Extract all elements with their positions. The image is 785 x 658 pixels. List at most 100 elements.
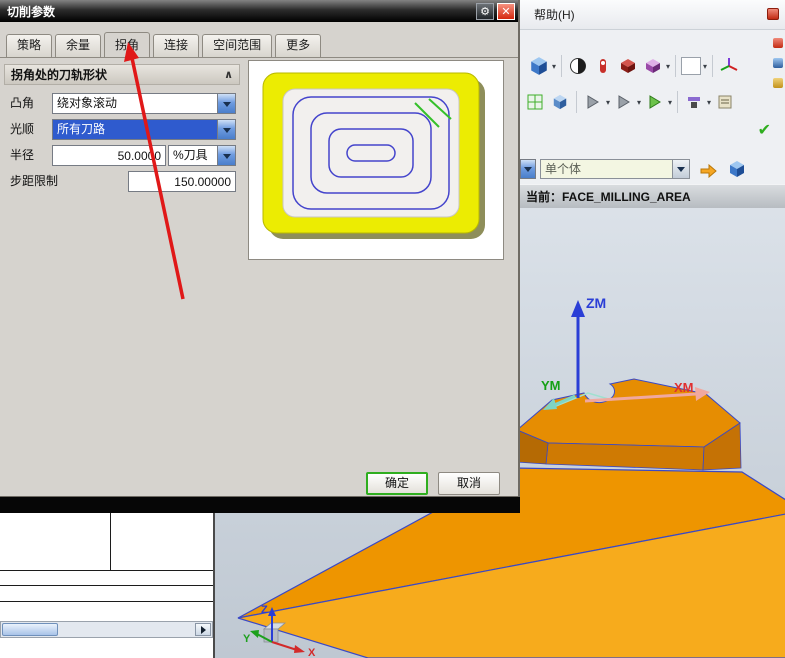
dialog-titlebar[interactable]: 切削参数 ⚙ ✕: [0, 0, 518, 22]
convex-corner-value: 绕对象滚动: [57, 96, 118, 110]
triad-y-arrowhead-icon: [250, 630, 259, 638]
navigator-row-divider: [0, 570, 213, 571]
chevron-down-icon[interactable]: ▾: [637, 98, 641, 107]
chevron-down-icon[interactable]: ▾: [707, 98, 711, 107]
half-sphere-icon[interactable]: [567, 54, 589, 78]
navigator-column-divider: [110, 513, 111, 570]
post-process-icon[interactable]: [714, 90, 736, 114]
navigator-row-divider: [0, 585, 213, 586]
triad-x-axis: [271, 641, 298, 651]
chevron-down-icon[interactable]: ▾: [606, 98, 610, 107]
scrollbar-right-arrow-icon: [200, 625, 210, 634]
radius-input[interactable]: [52, 145, 166, 166]
shaded-cube-icon[interactable]: [528, 54, 550, 78]
verify-toolpath-icon[interactable]: [644, 90, 666, 114]
zm-axis-label: ZM: [586, 295, 606, 311]
current-operation-status: 当前：FACE_MILLING_AREA: [520, 184, 785, 208]
preview-pocket-floor: [282, 88, 460, 218]
toolbar-separator: [576, 91, 577, 113]
toolbar-separator: [677, 91, 679, 113]
chevron-down-icon[interactable]: ▾: [666, 62, 670, 71]
scrollbar-thumb[interactable]: [2, 623, 58, 636]
dark-divider-band: [0, 497, 520, 513]
hidden-filter-dropdown[interactable]: [520, 159, 536, 179]
toolbar-separator: [561, 55, 563, 77]
corner-shape-group-title: 拐角处的刀轨形状: [11, 68, 108, 82]
toolbar-operation-row: ▾ ▾ ▾ ▾: [524, 90, 736, 114]
menu-help[interactable]: 帮助(H): [528, 0, 581, 30]
body-select-icon[interactable]: [642, 54, 664, 78]
smoothing-combo[interactable]: 所有刀路: [52, 119, 236, 140]
tab-stock[interactable]: 余量: [55, 34, 102, 57]
chevron-down-icon[interactable]: ▾: [668, 98, 672, 107]
ym-axis-label: YM: [541, 378, 561, 393]
cancel-button[interactable]: 取消: [438, 472, 500, 495]
zm-arrowhead-icon: [571, 300, 585, 317]
model-block-front-face[interactable]: [545, 442, 705, 471]
datum-plane-icon[interactable]: [617, 54, 639, 78]
triad-x-label: X: [308, 647, 316, 658]
smoothing-value: 所有刀路: [53, 120, 217, 139]
dialog-close-button[interactable]: ✕: [497, 2, 515, 20]
selection-scope-dropdown-icon[interactable]: [672, 160, 689, 178]
sketch-grid-icon[interactable]: [524, 90, 546, 114]
mini-red-icon[interactable]: [773, 38, 783, 48]
selection-scope-value: 单个体: [545, 162, 582, 176]
operation-navigator-panel[interactable]: [0, 513, 215, 658]
triad-x-arrowhead-icon: [294, 645, 305, 653]
orange-arrow-icon[interactable]: [698, 159, 720, 183]
smoothing-dropdown-icon[interactable]: [217, 120, 235, 139]
mini-gold-icon[interactable]: [773, 78, 783, 88]
menu-bar: 帮助(H): [520, 0, 785, 30]
toolbar-display-row: ▾ ▾ ▾: [528, 54, 740, 78]
application-window: ZM XM YM Z X Y 帮助(H) ▾ ▾ ▾ ▾ ▾ ▾ ▾ ✔ 单个体…: [0, 0, 785, 658]
triad-y-label: Y: [243, 633, 251, 645]
xm-axis-label: XM: [674, 380, 694, 395]
dialog-title: 切削参数: [7, 4, 56, 19]
blank-view-button[interactable]: [681, 57, 702, 75]
selection-scope-combo[interactable]: 单个体: [540, 159, 690, 179]
solid-body-icon[interactable]: [726, 157, 748, 181]
chevron-down-icon[interactable]: ▾: [552, 62, 556, 71]
collapse-chevron-icon[interactable]: ∧: [224, 68, 233, 81]
convex-corner-combo[interactable]: 绕对象滚动: [52, 93, 236, 114]
chevron-down-icon[interactable]: ▾: [703, 62, 707, 71]
app-top-bar: 帮助(H) ▾ ▾ ▾ ▾ ▾ ▾ ▾ ✔ 单个体 当前：FACE_MILLIN…: [520, 0, 785, 208]
radius-unit-value: %刀具: [173, 148, 208, 162]
tab-strategy[interactable]: 策略: [6, 34, 53, 57]
convex-corner-dropdown-icon[interactable]: [217, 94, 235, 113]
radius-label: 半径: [10, 148, 35, 162]
tab-containment[interactable]: 空间范围: [202, 34, 273, 57]
corner-shape-group-header[interactable]: 拐角处的刀轨形状 ∧: [4, 64, 240, 85]
tab-connections[interactable]: 连接: [153, 34, 200, 57]
toolbar-separator: [675, 55, 677, 77]
selection-bar: 单个体: [520, 156, 785, 182]
tab-more[interactable]: 更多: [275, 34, 322, 57]
radius-unit-dropdown-icon[interactable]: [217, 146, 235, 165]
right-mini-toolbar: [773, 38, 783, 88]
cutting-parameters-dialog: 切削参数 ⚙ ✕ 策略 余量 拐角 连接 空间范围 更多 拐角处的刀轨形状 ∧ …: [0, 0, 520, 497]
horizontal-scrollbar[interactable]: [0, 621, 213, 638]
radius-unit-combo[interactable]: %刀具: [168, 145, 236, 166]
step-limit-label: 步距限制: [10, 174, 59, 188]
datum-axis-icon[interactable]: [592, 54, 614, 78]
generate-toolpath-icon[interactable]: [582, 90, 604, 114]
csys-axes-icon[interactable]: [718, 54, 740, 78]
convex-corner-label: 凸角: [10, 96, 35, 110]
replay-toolpath-icon[interactable]: [613, 90, 635, 114]
tab-corners[interactable]: 拐角: [104, 32, 151, 57]
app-badge-icon: [767, 8, 779, 20]
navigator-row-divider: [0, 601, 213, 602]
toolbar-separator: [712, 55, 714, 77]
ok-button[interactable]: 确定: [366, 472, 428, 495]
scrollbar-right-button[interactable]: [195, 623, 211, 636]
dialog-settings-button[interactable]: ⚙: [476, 2, 494, 20]
accept-check-icon[interactable]: ✔: [758, 120, 771, 140]
close-icon: ✕: [501, 5, 511, 18]
step-limit-input[interactable]: [128, 171, 236, 192]
machine-tool-icon[interactable]: [683, 90, 705, 114]
mini-blue-icon[interactable]: [773, 58, 783, 68]
tab-content-separator: [0, 57, 518, 58]
mini-cube-icon[interactable]: [549, 90, 571, 114]
triad-z-label: Z: [261, 604, 268, 616]
